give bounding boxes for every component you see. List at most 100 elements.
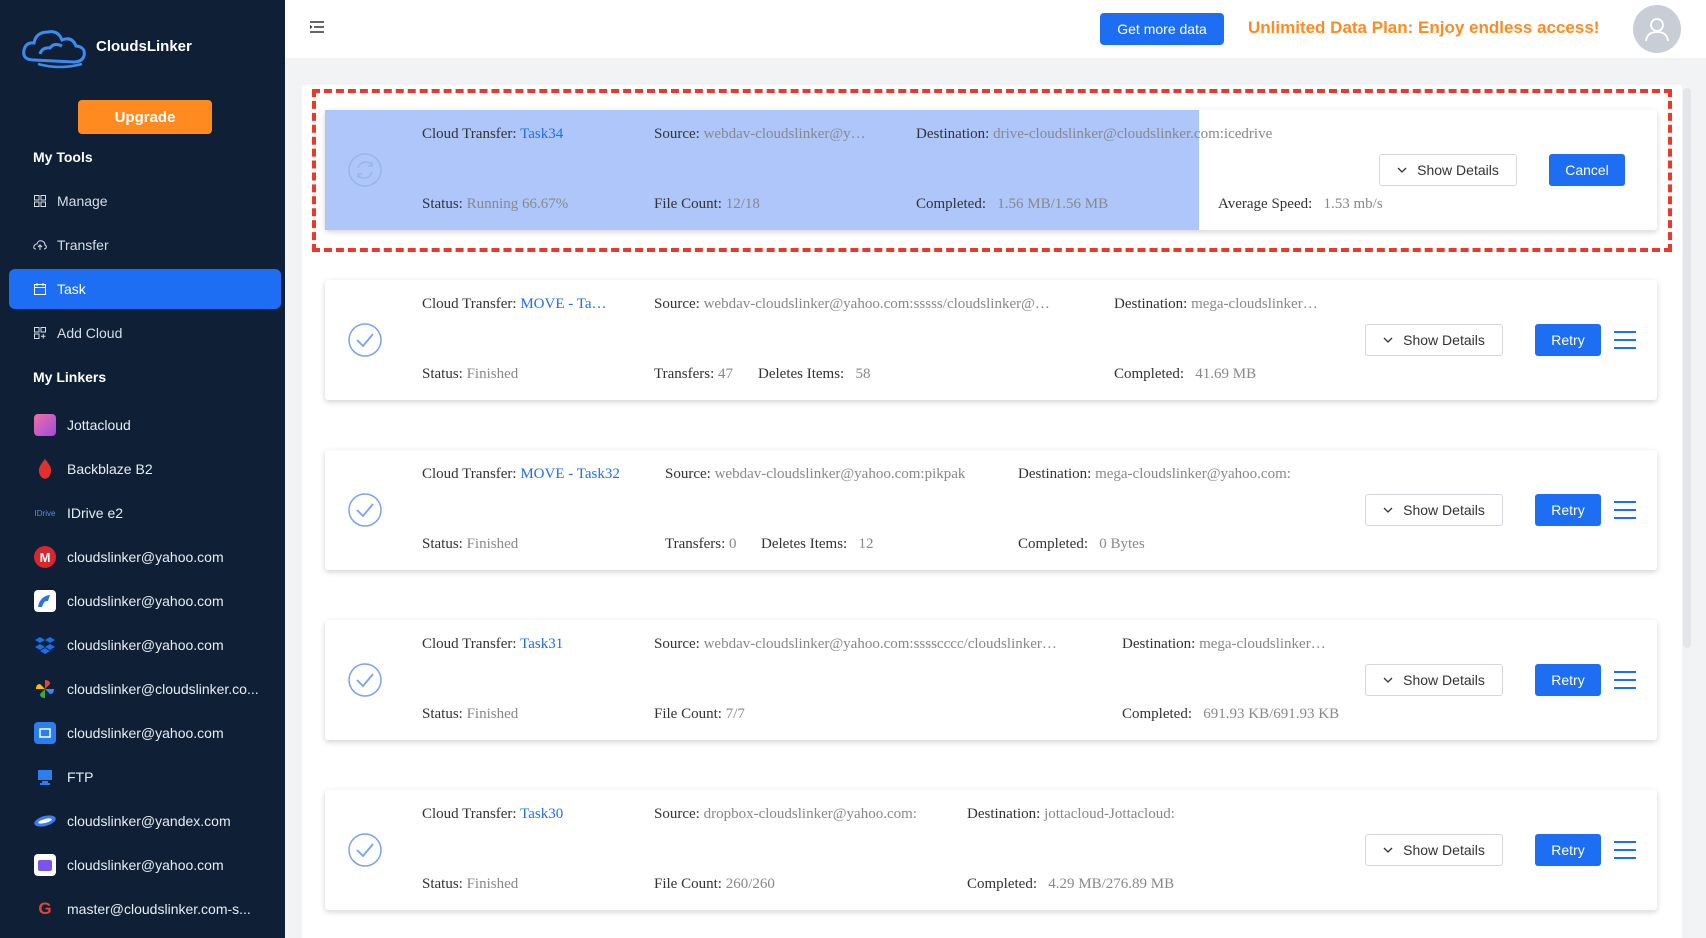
retry-button[interactable]: Retry — [1535, 494, 1601, 526]
linker-label: cloudslinker@yahoo.com — [67, 549, 224, 565]
linker-label: cloudslinker@yahoo.com — [67, 725, 224, 741]
sidebar-item-label: Manage — [57, 193, 108, 209]
google-photos-icon — [34, 678, 56, 700]
linker-label: Backblaze B2 — [67, 461, 153, 477]
show-details-button[interactable]: Show Details — [1365, 664, 1503, 696]
linker-item[interactable]: cloudslinker@yahoo.com — [34, 586, 284, 616]
task-name-link[interactable]: Task31 — [520, 636, 563, 652]
linker-label: cloudslinker@yahoo.com — [67, 637, 224, 653]
sidebar-item-add-cloud[interactable]: Add Cloud — [9, 313, 281, 353]
menu-icon[interactable] — [1613, 500, 1637, 520]
selection-outline — [312, 89, 1672, 252]
menu-icon[interactable] — [1613, 670, 1637, 690]
task-source-field: Source: dropbox-cloudslinker@yahoo.com: — [654, 806, 917, 822]
app-name: CloudsLinker — [96, 37, 192, 55]
scrollbar[interactable] — [1683, 88, 1691, 648]
linker-item[interactable]: FTP — [34, 762, 284, 792]
sidebar-item-label: Task — [57, 281, 86, 297]
linker-label: cloudslinker@yahoo.com — [67, 857, 224, 873]
check-circle-icon — [348, 833, 382, 867]
linker-item[interactable]: cloudslinker@yandex.com — [34, 806, 284, 836]
box-icon — [34, 722, 56, 744]
cloud-transfer-icon — [33, 238, 47, 252]
retry-button[interactable]: Retry — [1535, 324, 1601, 356]
cloud-logo-icon — [22, 30, 86, 69]
task-transfers-field: Transfers: 0 — [665, 536, 737, 552]
linker-item[interactable]: cloudslinker@yahoo.com — [34, 630, 284, 660]
menu-toggle-icon[interactable] — [309, 20, 325, 34]
sidebar-item-transfer[interactable]: Transfer — [9, 225, 281, 265]
ftp-icon — [34, 766, 56, 788]
show-details-button[interactable]: Show Details — [1365, 324, 1503, 356]
chevron-down-icon — [1383, 847, 1393, 853]
task-deletes-field: Deletes Items: 58 — [758, 366, 871, 382]
task-status-field: Status: Finished — [422, 706, 519, 722]
retry-button[interactable]: Retry — [1535, 834, 1601, 866]
linker-label: cloudslinker@cloudslinker.co... — [67, 681, 259, 697]
linker-item[interactable]: Backblaze B2 — [34, 454, 284, 484]
linker-label: cloudslinker@yandex.com — [67, 813, 231, 829]
promo-text: Unlimited Data Plan: Enjoy endless acces… — [1248, 18, 1600, 37]
menu-icon[interactable] — [1613, 840, 1637, 860]
user-icon — [1645, 18, 1669, 42]
idrive-icon: IDrive — [34, 508, 56, 518]
retry-button[interactable]: Retry — [1535, 664, 1601, 696]
sidebar-item-manage[interactable]: Manage — [9, 181, 281, 221]
linker-label: master@cloudslinker.com-s... — [67, 901, 251, 917]
linker-item[interactable]: IDrive IDrive e2 — [34, 498, 284, 528]
proton-drive-icon — [34, 854, 56, 876]
task-source-field: Source: webdav-cloudslinker@yahoo.com:pi… — [665, 466, 966, 482]
task-destination-field: Destination: mega-cloudslinker@yahoo.com… — [1018, 466, 1291, 482]
grid-icon — [33, 194, 47, 208]
task-status-field: Status: Finished — [422, 876, 519, 892]
sidebar-item-task[interactable]: Task — [9, 269, 281, 309]
get-more-data-button[interactable]: Get more data — [1100, 13, 1224, 45]
linker-item[interactable]: Jottacloud — [34, 410, 284, 440]
linker-item[interactable]: cloudslinker@yahoo.com — [34, 850, 284, 880]
task-name-field: Cloud Transfer: MOVE - Task32 — [422, 466, 620, 482]
my-linkers-title: My Linkers — [33, 369, 107, 385]
upgrade-button[interactable]: Upgrade — [78, 100, 212, 134]
calendar-icon — [33, 282, 47, 296]
task-source-field: Source: webdav-cloudslinker@yahoo.com:ss… — [654, 296, 1050, 312]
task-name-link[interactable]: MOVE - Ta… — [520, 296, 606, 312]
sidebar-item-label: Transfer — [57, 237, 109, 253]
linker-label: FTP — [67, 769, 94, 785]
check-circle-icon — [348, 493, 382, 527]
task-completed-field: Completed: 41.69 MB — [1114, 366, 1257, 382]
jottacloud-icon — [34, 414, 56, 436]
task-file-count-field: File Count: 260/260 — [654, 876, 775, 892]
task-completed-field: Completed: 4.29 MB/276.89 MB — [967, 876, 1175, 892]
task-transfers-field: Transfers: 47 — [654, 366, 734, 382]
linker-item[interactable]: G master@cloudslinker.com-s... — [34, 894, 284, 924]
backblaze-icon — [34, 458, 56, 480]
dropbox-icon — [34, 634, 56, 656]
top-bar: Get more data Unlimited Data Plan: Enjoy… — [285, 0, 1706, 58]
avatar[interactable] — [1633, 5, 1681, 53]
linker-item[interactable]: cloudslinker@yahoo.com — [34, 718, 284, 748]
linker-label: Jottacloud — [67, 417, 131, 433]
task-name-link[interactable]: MOVE - Task32 — [520, 466, 620, 482]
task-destination-field: Destination: jottacloud-Jottacloud: — [967, 806, 1175, 822]
show-details-button[interactable]: Show Details — [1365, 494, 1503, 526]
check-circle-icon — [348, 323, 382, 357]
task-destination-field: Destination: mega-cloudslinker… — [1114, 296, 1318, 312]
mega-icon: M — [34, 546, 56, 568]
task-file-count-field: File Count: 7/7 — [654, 706, 745, 722]
linker-item[interactable]: M cloudslinker@yahoo.com — [34, 542, 284, 572]
linker-item[interactable]: cloudslinker@cloudslinker.co... — [34, 674, 284, 704]
menu-icon[interactable] — [1613, 330, 1637, 350]
show-details-button[interactable]: Show Details — [1365, 834, 1503, 866]
task-completed-field: Completed: 0 Bytes — [1018, 536, 1145, 552]
task-status-field: Status: Finished — [422, 536, 519, 552]
app-logo[interactable]: CloudsLinker — [20, 20, 192, 72]
chevron-down-icon — [1383, 337, 1393, 343]
task-name-field: Cloud Transfer: Task31 — [422, 636, 564, 652]
linker-label: cloudslinker@yahoo.com — [67, 593, 224, 609]
linker-label: IDrive e2 — [67, 505, 124, 521]
pikpak-icon — [34, 590, 56, 612]
task-name-link[interactable]: Task30 — [520, 806, 563, 822]
chevron-down-icon — [1383, 507, 1393, 513]
task-card: Cloud Transfer: Task30 Source: dropbox-c… — [325, 790, 1657, 910]
task-card: Cloud Transfer: Task31 Source: webdav-cl… — [325, 620, 1657, 740]
